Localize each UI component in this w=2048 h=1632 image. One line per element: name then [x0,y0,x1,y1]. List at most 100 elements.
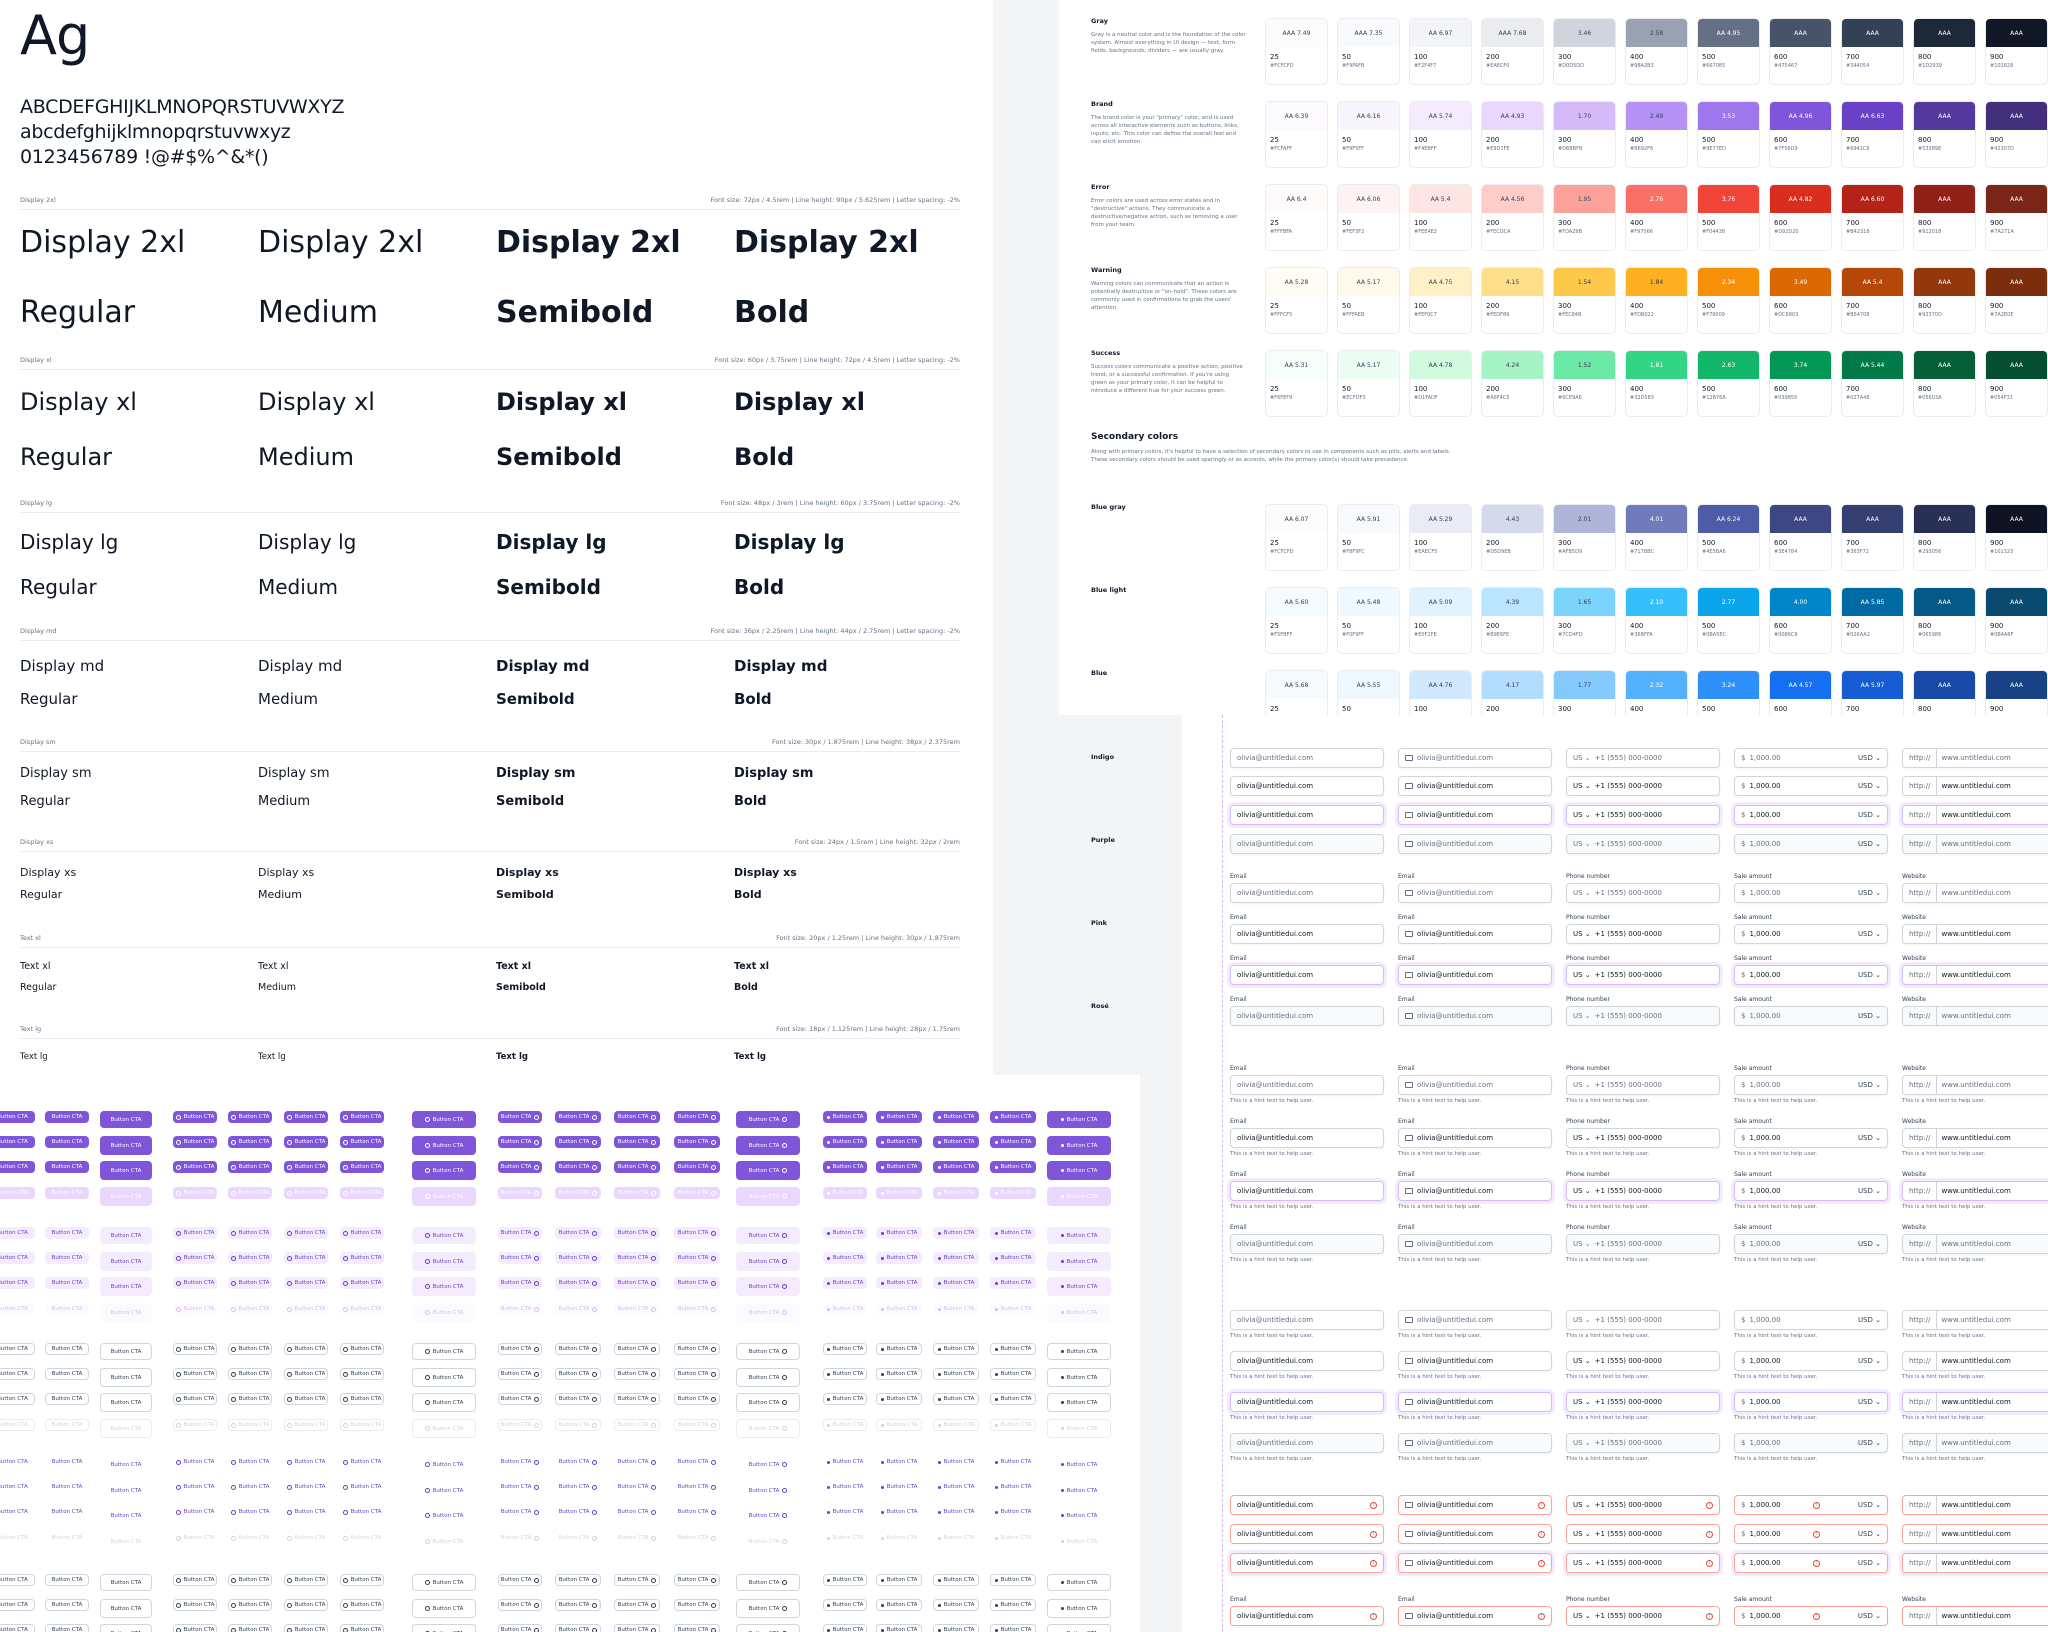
text-input[interactable]: http://www.untitledui.com [1902,1075,2048,1095]
cta-button[interactable]: Button CTA [674,1481,720,1493]
cta-button[interactable]: Button CTA [45,1481,89,1493]
cta-button[interactable]: Button CTA [412,1227,476,1244]
cta-button[interactable]: Button CTA [736,1624,800,1632]
text-input[interactable]: olivia@untitledui.com [1230,1433,1384,1453]
cta-button[interactable]: Button CTA [498,1136,542,1148]
cta-button[interactable]: Button CTA [990,1481,1036,1493]
cta-button[interactable]: Button CTA [45,1277,89,1289]
text-input[interactable]: olivia@untitledui.com [1398,1433,1552,1453]
cta-button[interactable]: Button CTA [555,1187,601,1199]
cta-button[interactable]: Button CTA [823,1456,867,1468]
country-select[interactable]: US ⌄ [1573,1134,1591,1142]
cta-button[interactable]: Button CTA [674,1187,720,1199]
cta-button[interactable]: Button CTA [736,1343,800,1360]
cta-button[interactable]: Button CTA [340,1343,384,1355]
cta-button[interactable]: Button CTA [736,1136,800,1155]
text-input[interactable]: US ⌄ +1 (555) 000-0000 [1566,1310,1720,1330]
cta-button[interactable]: Button CTA [614,1303,660,1315]
cta-button[interactable]: Button CTA [990,1624,1036,1632]
currency-select[interactable]: USD ⌄ [1858,754,1881,762]
cta-button[interactable]: Button CTA [412,1187,476,1206]
cta-button[interactable]: Button CTA [412,1624,476,1632]
cta-button[interactable]: Button CTA [990,1368,1036,1380]
cta-button[interactable]: Button CTA [614,1393,660,1405]
cta-button[interactable]: Button CTA [823,1481,867,1493]
cta-button[interactable]: Button CTA [614,1161,660,1173]
cta-button[interactable]: Button CTA [823,1303,867,1315]
cta-button[interactable]: Button CTA [45,1343,89,1355]
cta-button[interactable]: Button CTA [933,1227,979,1239]
text-input[interactable]: olivia@untitledui.com [1230,965,1384,985]
cta-button[interactable]: Button CTA [284,1456,328,1468]
cta-button[interactable]: Button CTA [498,1419,542,1431]
cta-button[interactable]: Button CTA [736,1393,800,1412]
cta-button[interactable]: Button CTA [555,1506,601,1518]
cta-button[interactable]: Button CTA [674,1393,720,1405]
cta-button[interactable]: Button CTA [933,1161,979,1173]
cta-button[interactable]: Button CTA [876,1303,922,1315]
text-input[interactable]: http://www.untitledui.com [1902,1433,2048,1453]
cta-button[interactable]: Button CTA [100,1187,152,1206]
cta-button[interactable]: Button CTA [876,1393,922,1405]
cta-button[interactable]: Button CTA [1047,1599,1111,1618]
currency-select[interactable]: USD ⌄ [1858,1501,1881,1509]
text-input[interactable]: olivia@untitledui.com [1398,965,1552,985]
cta-button[interactable]: Button CTA [674,1532,720,1544]
cta-button[interactable]: Button CTA [498,1111,542,1123]
text-input[interactable]: olivia@untitledui.com [1398,748,1552,768]
cta-button[interactable]: Button CTA [228,1252,272,1264]
text-input[interactable]: http://www.untitledui.com [1902,776,2048,796]
text-input[interactable]: $1,000.00 USD ⌄ [1734,1310,1888,1330]
currency-select[interactable]: USD ⌄ [1858,1081,1881,1089]
cta-button[interactable]: Button CTA [614,1136,660,1148]
cta-button[interactable]: Button CTA [0,1161,35,1173]
country-select[interactable]: US ⌄ [1573,1501,1591,1509]
cta-button[interactable]: Button CTA [340,1456,384,1468]
cta-button[interactable]: Button CTA [674,1227,720,1239]
text-input[interactable]: http://www.untitledui.com [1902,1310,2048,1330]
country-select[interactable]: US ⌄ [1573,889,1591,897]
cta-button[interactable]: Button CTA [228,1343,272,1355]
text-input[interactable]: $1,000.00! USD ⌄ [1734,1524,1888,1544]
text-input[interactable]: olivia@untitledui.com [1230,1351,1384,1371]
cta-button[interactable]: Button CTA [736,1227,800,1244]
cta-button[interactable]: Button CTA [45,1303,89,1315]
text-input[interactable]: http://www.untitledui.com [1902,1606,2048,1626]
cta-button[interactable]: Button CTA [933,1456,979,1468]
cta-button[interactable]: Button CTA [100,1506,152,1525]
cta-button[interactable]: Button CTA [823,1227,867,1239]
cta-button[interactable]: Button CTA [1047,1481,1111,1500]
cta-button[interactable]: Button CTA [173,1419,217,1431]
currency-select[interactable]: USD ⌄ [1858,1612,1881,1620]
cta-button[interactable]: Button CTA [228,1136,272,1148]
cta-button[interactable]: Button CTA [228,1599,272,1611]
cta-button[interactable]: Button CTA [614,1252,660,1264]
cta-button[interactable]: Button CTA [228,1532,272,1544]
text-input[interactable]: olivia@untitledui.com [1230,1128,1384,1148]
cta-button[interactable]: Button CTA [876,1368,922,1380]
cta-button[interactable]: Button CTA [990,1303,1036,1315]
cta-button[interactable]: Button CTA [340,1599,384,1611]
cta-button[interactable]: Button CTA [555,1393,601,1405]
cta-button[interactable]: Button CTA [498,1227,542,1239]
text-input[interactable]: olivia@untitledui.com [1230,1181,1384,1201]
cta-button[interactable]: Button CTA [412,1532,476,1551]
cta-button[interactable]: Button CTA [876,1506,922,1518]
cta-button[interactable]: Button CTA [412,1252,476,1271]
cta-button[interactable]: Button CTA [933,1136,979,1148]
cta-button[interactable]: Button CTA [228,1368,272,1380]
currency-select[interactable]: USD ⌄ [1858,1559,1881,1567]
cta-button[interactable]: Button CTA [412,1368,476,1387]
cta-button[interactable]: Button CTA [1047,1161,1111,1180]
cta-button[interactable]: Button CTA [933,1368,979,1380]
cta-button[interactable]: Button CTA [498,1187,542,1199]
cta-button[interactable]: Button CTA [340,1368,384,1380]
cta-button[interactable]: Button CTA [228,1161,272,1173]
text-input[interactable]: US ⌄ +1 (555) 000-0000 [1566,834,1720,854]
cta-button[interactable]: Button CTA [933,1252,979,1264]
text-input[interactable]: olivia@untitledui.com! [1398,1495,1552,1515]
cta-button[interactable]: Button CTA [340,1506,384,1518]
cta-button[interactable]: Button CTA [876,1624,922,1632]
text-input[interactable]: $1,000.00 USD ⌄ [1734,834,1888,854]
cta-button[interactable]: Button CTA [933,1343,979,1355]
